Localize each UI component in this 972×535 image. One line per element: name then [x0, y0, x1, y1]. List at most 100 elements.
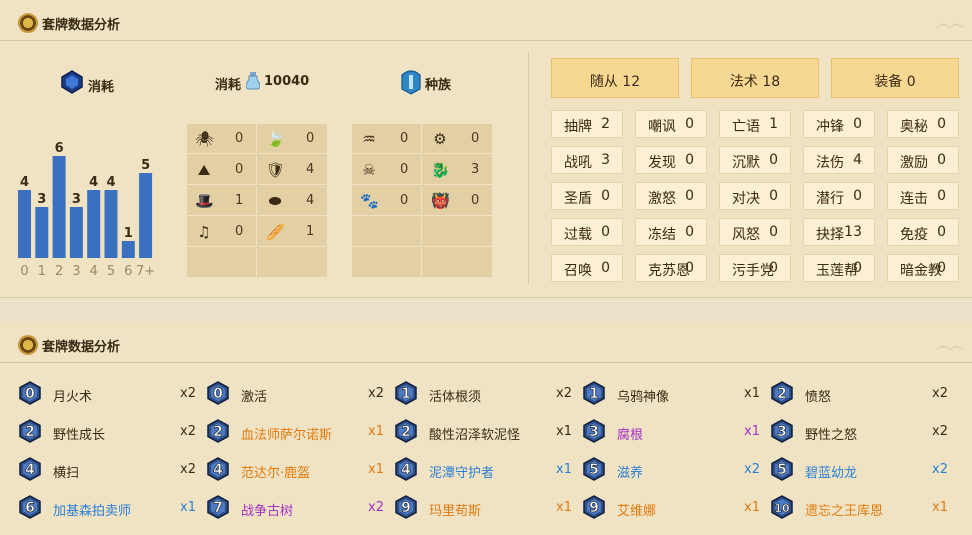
mechanic-tag[interactable]: 克苏恩 0 — [635, 254, 707, 282]
mechanic-tag[interactable]: 抉择 13 — [803, 218, 875, 246]
card-name: 遗忘之王库恩 — [805, 504, 884, 519]
deck-card-row[interactable]: 6 加基森拍卖师 x1 — [18, 491, 196, 525]
music-note-icon: ♫ — [197, 223, 211, 241]
mechanic-label: 潜行 — [816, 191, 844, 207]
mana-cost-value: 9 — [401, 500, 411, 516]
card-name: 野性成长 — [53, 428, 106, 443]
murloc-icon: ♒ — [362, 130, 376, 148]
deck-card-row[interactable]: 10 遗忘之王库恩 x1 — [770, 491, 948, 525]
deck-card-row[interactable]: 5 碧蓝幼龙 x2 — [770, 453, 948, 487]
deck-card-row[interactable]: 2 血法师萨尔诺斯 x1 — [206, 415, 384, 449]
grid-count: 0 — [400, 131, 409, 146]
mana-cost-value: 3 — [777, 424, 787, 440]
mechanic-label: 连击 — [900, 191, 928, 207]
leaf-icon: 🍃 — [266, 130, 285, 148]
deck-card-row[interactable]: 1 活体根须 x2 — [394, 377, 572, 411]
deck-card-row[interactable]: 1 乌鸦神像 x1 — [582, 377, 760, 411]
mana-cost-value: 5 — [777, 462, 787, 478]
grid-cell: ☠ 0 — [352, 155, 422, 185]
deck-card-row[interactable]: 2 酸性沼泽软泥怪 x1 — [394, 415, 572, 449]
mana-cost-gem-icon: 10 — [771, 495, 793, 519]
card-name: 碧蓝幼龙 — [805, 466, 858, 481]
type-filter-button[interactable]: 法术 18 — [691, 58, 819, 98]
mana-cost-gem-icon: 3 — [583, 419, 605, 443]
mana-cost-value: 5 — [589, 462, 599, 478]
shield-icon: 🛡 — [266, 161, 286, 179]
card-quantity: x1 — [744, 500, 760, 515]
card-quantity: x1 — [932, 500, 948, 515]
mechanic-tag[interactable]: 免疫 0 — [887, 218, 959, 246]
card-name: 血法师萨尔诺斯 — [241, 428, 333, 443]
bar-value-label: 1 — [124, 226, 133, 241]
deck-card-row[interactable]: 3 野性之怒 x2 — [770, 415, 948, 449]
mechanic-tag[interactable]: 沉默 0 — [719, 146, 791, 174]
mechanic-tag[interactable]: 玉莲帮 0 — [803, 254, 875, 282]
mechanic-tag[interactable]: 对决 0 — [719, 182, 791, 210]
deck-card-row[interactable]: 5 滋养 x2 — [582, 453, 760, 487]
mana-cost-value: 3 — [589, 424, 599, 440]
mechanic-tag[interactable]: 召唤 0 — [551, 254, 623, 282]
mechanic-label: 嘲讽 — [648, 119, 676, 135]
mechanic-tag[interactable]: 法伤 4 — [803, 146, 875, 174]
deck-card-row[interactable]: 4 范达尔·鹿盔 x1 — [206, 453, 384, 487]
mechanic-tag[interactable]: 暗金教 0 — [887, 254, 959, 282]
grid-count: 1 — [235, 193, 244, 208]
mechanic-tag[interactable]: 亡语 1 — [719, 110, 791, 138]
card-name: 玛里苟斯 — [429, 504, 482, 519]
grid-cell: 🎩 1 — [187, 186, 257, 216]
deck-card-row[interactable]: 7 战争古树 x2 — [206, 491, 384, 525]
deck-card-row[interactable]: 0 激活 x2 — [206, 377, 384, 411]
mechanic-count: 0 — [853, 260, 862, 276]
mechanic-tag[interactable]: 连击 0 — [887, 182, 959, 210]
mechanic-label: 免疫 — [900, 227, 928, 243]
mechanic-tag[interactable]: 冻结 0 — [635, 218, 707, 246]
deck-card-row[interactable]: 0 月火术 x2 — [18, 377, 196, 411]
mechanic-count: 0 — [601, 260, 610, 276]
race-title: 种族 — [425, 78, 452, 93]
card-name: 滋养 — [617, 466, 644, 481]
deck-card-row[interactable]: 9 玛里苟斯 x1 — [394, 491, 572, 525]
grid-count: 0 — [471, 131, 480, 146]
mechanic-tag[interactable]: 激励 0 — [887, 146, 959, 174]
deck-card-row[interactable]: 3 腐根 x1 — [582, 415, 760, 449]
section-gap — [0, 297, 972, 323]
mechanic-tag[interactable]: 发现 0 — [635, 146, 707, 174]
mana-cost-value: 1 — [589, 386, 599, 402]
deck-card-row[interactable]: 2 愤怒 x2 — [770, 377, 948, 411]
card-quantity: x1 — [744, 424, 760, 439]
deck-card-row[interactable]: 2 野性成长 x2 — [18, 415, 196, 449]
grid-count: 0 — [471, 193, 480, 208]
mechanic-count: 0 — [937, 188, 946, 204]
mechanic-tag[interactable]: 过载 0 — [551, 218, 623, 246]
mechanic-count: 0 — [769, 152, 778, 168]
mechanic-tag[interactable]: 潜行 0 — [803, 182, 875, 210]
mechanic-tag[interactable]: 污手党 0 — [719, 254, 791, 282]
mechanic-tag[interactable]: 激怒 0 — [635, 182, 707, 210]
mechanic-label: 风怒 — [732, 227, 760, 243]
grid-cell — [352, 248, 422, 278]
deck-card-row[interactable]: 4 横扫 x2 — [18, 453, 196, 487]
mechanic-count: 0 — [769, 224, 778, 240]
type-filter-button[interactable]: 随从 12 — [551, 58, 679, 98]
mechanic-tag[interactable]: 圣盾 0 — [551, 182, 623, 210]
mechanic-label: 沉默 — [732, 155, 760, 171]
mechanic-count: 1 — [769, 116, 778, 132]
type-filter-button[interactable]: 装备 0 — [831, 58, 959, 98]
mechanic-tag[interactable]: 抽牌 2 — [551, 110, 623, 138]
mechanic-tag[interactable]: 奥秘 0 — [887, 110, 959, 138]
grid-cell: 🐾 0 — [352, 186, 422, 216]
mechanic-tag[interactable]: 冲锋 0 — [803, 110, 875, 138]
bar-7+ — [139, 173, 153, 258]
mechanic-tag[interactable]: 风怒 0 — [719, 218, 791, 246]
mechanic-label: 玉莲帮 — [816, 263, 858, 279]
card-name: 加基森拍卖师 — [53, 504, 132, 519]
deck-card-row[interactable]: 4 泥潭守护者 x1 — [394, 453, 572, 487]
mechanic-tag[interactable]: 战吼 3 — [551, 146, 623, 174]
mechanic-count: 3 — [601, 152, 610, 168]
grid-count: 3 — [471, 162, 480, 177]
mechanic-tag[interactable]: 嘲讽 0 — [635, 110, 707, 138]
card-name: 范达尔·鹿盔 — [241, 466, 311, 481]
deck-card-row[interactable]: 9 艾维娜 x1 — [582, 491, 760, 525]
mana-cost-gem-icon: 6 — [19, 495, 41, 519]
mana-cost-value: 2 — [213, 424, 223, 440]
